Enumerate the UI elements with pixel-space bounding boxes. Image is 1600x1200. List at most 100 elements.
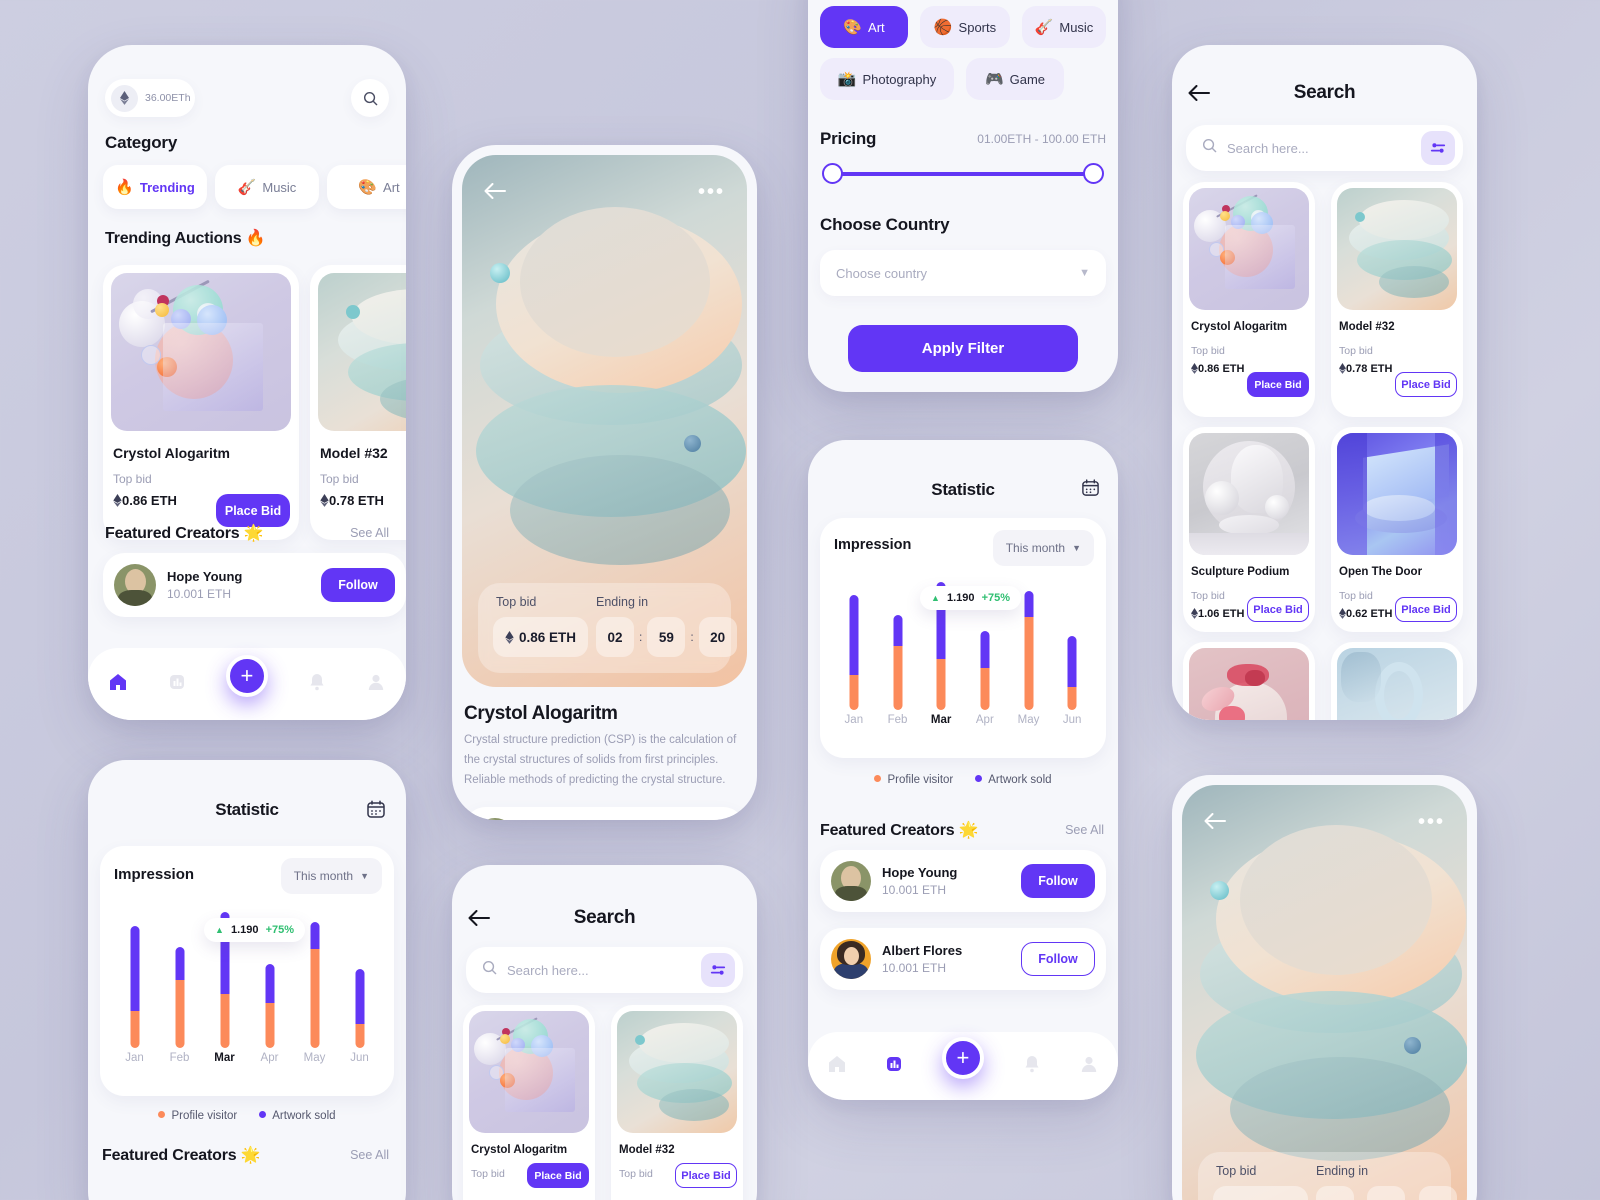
search-placeholder: Search here... (1227, 140, 1309, 156)
avatar (831, 939, 871, 979)
top-bid-value: 0.86 ETH (493, 617, 588, 657)
period-selector[interactable]: This month ▼ (992, 530, 1094, 566)
place-bid-button[interactable]: Place Bid (675, 1163, 737, 1188)
filter-chip-label: Sports (958, 19, 997, 35)
auction-card[interactable]: Model #32 Top bid 0.78 ETH Place Bid (310, 265, 406, 540)
more-dots-icon[interactable]: ••• (1418, 812, 1445, 832)
place-bid-button[interactable]: Place Bid (1247, 597, 1309, 622)
search-input[interactable]: Search here... (466, 947, 743, 993)
search-result-card[interactable] (1183, 642, 1315, 720)
creator-row[interactable]: Hope Young 10.001 ETH Follow (820, 850, 1106, 912)
ethereum-icon (111, 84, 138, 112)
screen-filter: 🎨 Art 🏀 Sports 🎸 Music 📸 Photography 🎮 G… (808, 0, 1118, 392)
filter-chip-sports[interactable]: 🏀 Sports (920, 6, 1010, 48)
featured-creators-heading: Featured Creators 🌟 (820, 822, 979, 839)
slider-handle-min[interactable] (822, 163, 843, 184)
search-result-card[interactable]: Sculpture Podium Top bid 1.06 ETH Place … (1183, 427, 1315, 632)
bar-chart: Jan Feb Mar Apr May Jun ▲ 1.190 +75% (112, 912, 382, 1076)
artwork-hero: ••• Top bid Ending in 0.86 ETH 02 : 59 :… (462, 155, 747, 687)
creator-row[interactable]: Albert Flores 10.001 ETH Follow (820, 928, 1106, 990)
filter-sliders-icon[interactable] (701, 953, 735, 987)
search-result-card[interactable]: Model #32 Top bid Place Bid (611, 1005, 743, 1200)
see-all-link[interactable]: See All (350, 1148, 389, 1162)
more-dots-icon[interactable]: ••• (698, 182, 725, 202)
slider-handle-max[interactable] (1083, 163, 1104, 184)
filter-chip-art[interactable]: 🎨 Art (820, 6, 908, 48)
chart-tick-label: Mar (214, 1052, 235, 1064)
see-all-link[interactable]: See All (1065, 823, 1104, 837)
back-arrow-icon[interactable] (1204, 813, 1226, 834)
artwork-thumbnail (1337, 188, 1457, 310)
auction-bid-label: Top bid (320, 472, 359, 486)
plus-icon[interactable]: + (941, 1037, 984, 1079)
creator-row[interactable]: Hope Young 10.001 ETH Follow (103, 553, 406, 617)
filter-chip-game[interactable]: 🎮 Game (966, 58, 1064, 100)
bell-icon[interactable] (1022, 1054, 1042, 1079)
filter-chip-music[interactable]: 🎸 Music (1022, 6, 1106, 48)
chart-tick-label: Jun (1062, 714, 1082, 726)
bar-segment-profile-visitor (936, 658, 946, 710)
trending-heading: Trending Auctions 🔥 (105, 230, 266, 247)
place-bid-button[interactable]: Place Bid (1395, 372, 1457, 397)
legend-dot (975, 775, 983, 782)
chart-icon[interactable] (167, 672, 187, 697)
screen-detail: ••• Top bid Ending in 0.86 ETH 02 : 59 :… (452, 145, 757, 820)
annotation-change: +75% (981, 592, 1011, 604)
wallet-balance: 36.00ETh (145, 92, 191, 104)
wallet-pill[interactable]: 36.00ETh (105, 79, 195, 117)
creator-name: Hope Young (882, 865, 958, 880)
creator-eth: 10.001 ETH (882, 961, 947, 975)
chart-icon[interactable] (884, 1054, 904, 1079)
chevron-down-icon: ▼ (1072, 543, 1081, 553)
bell-icon[interactable] (307, 672, 327, 697)
calendar-icon[interactable] (1081, 478, 1100, 502)
chart-bar (1067, 635, 1077, 710)
bar-segment-profile-visitor (175, 980, 184, 1048)
creator-row[interactable]: Hope Young 10.001 ETH Follow (464, 807, 745, 820)
calendar-icon[interactable] (366, 799, 386, 824)
follow-button[interactable]: Follow (321, 568, 395, 602)
artwork-thumbnail (111, 273, 291, 431)
search-result-card[interactable]: Crystol Alogaritm Top bid Place Bid (463, 1005, 595, 1200)
country-select[interactable]: Choose country ▼ (820, 250, 1106, 296)
follow-button[interactable]: Follow (1021, 942, 1095, 976)
auction-card[interactable]: Crystol Alogaritm Top bid 0.86 ETH Place… (103, 265, 299, 540)
home-icon[interactable] (108, 672, 128, 697)
filter-chip-label: Photography (862, 71, 937, 87)
place-bid-button[interactable]: Place Bid (1247, 372, 1309, 397)
profile-icon[interactable] (366, 672, 386, 697)
period-selector[interactable]: This month ▼ (280, 858, 382, 894)
place-bid-button[interactable]: Place Bid (527, 1163, 589, 1188)
top-bid-value: 0.86 ETH (1213, 1186, 1308, 1200)
avatar (831, 861, 871, 901)
search-result-card[interactable]: Model #32 Top bid 0.78 ETH Place Bid (1331, 182, 1463, 417)
legend-item-artwork-sold: Artwork sold (259, 1110, 336, 1122)
filter-chip-photography[interactable]: 📸 Photography (820, 58, 954, 100)
artwork-thumbnail (1189, 648, 1309, 720)
home-icon[interactable] (827, 1054, 847, 1079)
search-icon[interactable] (351, 79, 389, 117)
search-result-card[interactable] (1331, 642, 1463, 720)
chevron-down-icon: ▼ (360, 871, 369, 881)
category-chip-art[interactable]: 🎨 Art (327, 165, 406, 209)
creator-name: Albert Flores (882, 943, 963, 958)
apply-filter-button[interactable]: Apply Filter (848, 325, 1078, 372)
filter-sliders-icon[interactable] (1421, 131, 1455, 165)
see-all-link[interactable]: See All (350, 526, 389, 540)
search-result-card[interactable]: Crystol Alogaritm Top bid 0.86 ETH Place… (1183, 182, 1315, 417)
category-chip-trending[interactable]: 🔥 Trending (103, 165, 207, 209)
category-chip-music[interactable]: 🎸 Music (215, 165, 319, 209)
auction-bid-label: Top bid (113, 472, 152, 486)
bar-segment-profile-visitor (310, 948, 319, 1048)
screen-home: 36.00ETh Category 🔥 Trending 🎸 Music 🎨 A… (88, 45, 406, 720)
palette-icon: 🎨 (843, 19, 863, 36)
search-result-card[interactable]: Open The Door Top bid 0.62 ETH Place Bid (1331, 427, 1463, 632)
basketball-icon: 🏀 (933, 19, 953, 36)
place-bid-button[interactable]: Place Bid (1395, 597, 1457, 622)
pricing-slider[interactable] (822, 163, 1104, 184)
back-arrow-icon[interactable] (484, 183, 506, 204)
follow-button[interactable]: Follow (1021, 864, 1095, 898)
plus-icon[interactable]: + (225, 655, 268, 697)
search-input[interactable]: Search here... (1186, 125, 1463, 171)
profile-icon[interactable] (1079, 1054, 1099, 1079)
